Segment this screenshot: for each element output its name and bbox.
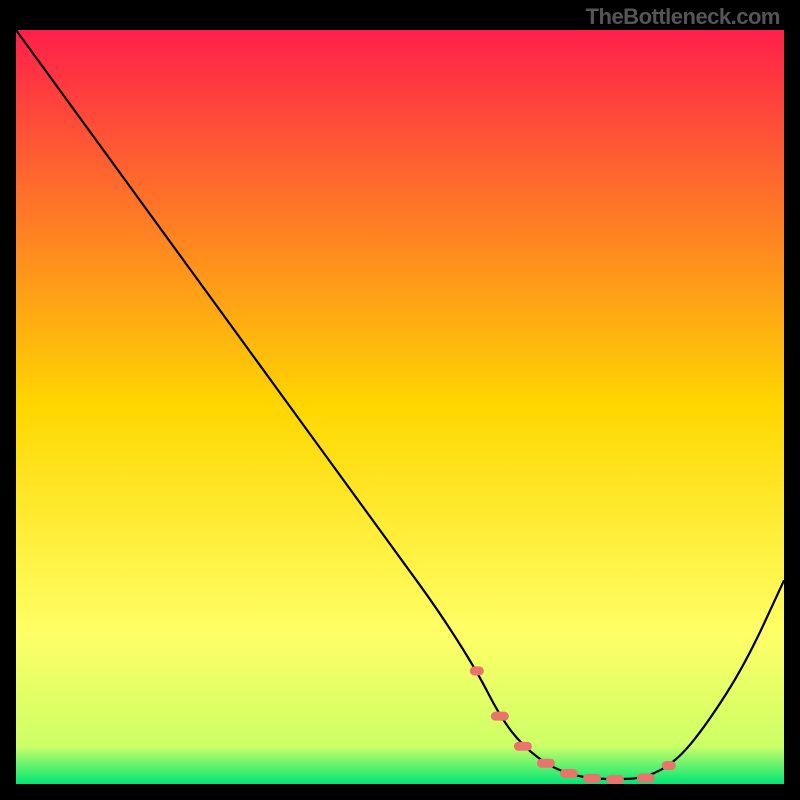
marker-dash [560, 769, 578, 778]
marker-dash [606, 775, 624, 784]
marker-dash [662, 761, 676, 770]
marker-dash [514, 742, 532, 751]
marker-dash [637, 773, 655, 782]
watermark-text: TheBottleneck.com [586, 4, 780, 30]
marker-dash [491, 712, 509, 721]
chart-container: TheBottleneck.com [0, 0, 800, 800]
plot-area [16, 30, 784, 784]
marker-dash [537, 759, 555, 768]
marker-dash [583, 774, 601, 783]
marker-dash [470, 666, 484, 675]
gradient-background [16, 30, 784, 784]
chart-svg [16, 30, 784, 784]
